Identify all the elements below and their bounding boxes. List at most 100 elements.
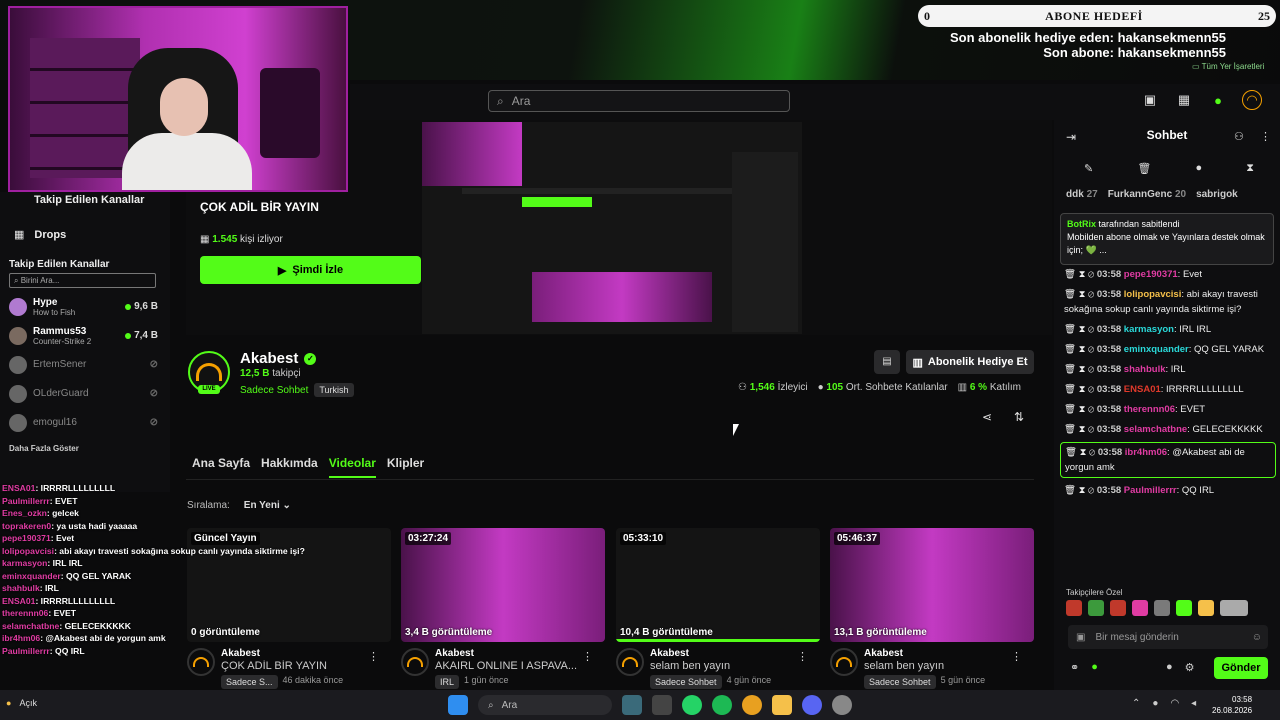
mod-actions-icon[interactable]: 🗑 ⧗ ⊘ [1064, 289, 1094, 300]
more-icon[interactable]: ⋮ [1260, 130, 1271, 143]
mod-actions-icon[interactable]: 🗑 ⧗ ⊘ [1065, 447, 1095, 458]
video-title[interactable]: ÇOK ADİL BİR YAYIN [221, 660, 381, 672]
sidebar-channel-offline[interactable]: ErtemSener ⊘ [0, 350, 170, 379]
video-title[interactable]: selam ben yayın [650, 660, 810, 672]
message-user[interactable]: Paulmillerrr [1124, 485, 1177, 496]
more-options-icon[interactable]: ⋮ [797, 650, 808, 663]
spotify-icon[interactable] [712, 695, 732, 715]
mod-actions-icon[interactable]: 🗑 ⧗ ⊘ [1064, 269, 1094, 280]
mod-actions-icon[interactable]: 🗑 ⧗ ⊘ [1064, 424, 1094, 435]
volume-icon[interactable]: ◂ [1191, 698, 1196, 709]
emote[interactable] [1220, 600, 1248, 616]
discord-icon[interactable] [802, 695, 822, 715]
tab-videos[interactable]: Videolar [328, 456, 376, 478]
message-user[interactable]: ibr4hm06 [1125, 447, 1167, 458]
message-user[interactable]: lolipopavcisi [1124, 289, 1182, 300]
whatsapp-icon[interactable] [682, 695, 702, 715]
tab-clips[interactable]: Klipler [387, 456, 424, 478]
video-author-avatar[interactable] [830, 648, 858, 676]
sidebar-channel-rammus53[interactable]: Rammus53 Counter-Strike 2 7,4 B [0, 321, 170, 350]
leaderboard-item[interactable]: sabrigok [1196, 189, 1238, 200]
video-card[interactable]: 05:46:37 13,1 B görüntüleme Akabest selam … [830, 528, 1034, 690]
mod-actions-icon[interactable]: 🗑 ⧗ ⊘ [1064, 344, 1094, 355]
tab-home[interactable]: Ana Sayfa [192, 456, 250, 478]
emote[interactable] [1154, 600, 1170, 616]
mod-actions-icon[interactable]: 🗑 ⧗ ⊘ [1064, 485, 1094, 496]
chat-message[interactable]: 🗑 ⧗ ⊘ 03:58 therennn06: EVET [1064, 402, 1276, 417]
chat-message[interactable]: 🗑 ⧗ ⊘ 03:58 shahbulk: IRL [1064, 362, 1276, 377]
chat-message[interactable]: 🗑 ⧗ ⊘ 03:58 lolipopavcisi: abi akayı tra… [1064, 287, 1276, 317]
message-user[interactable]: therennn06 [1124, 404, 1175, 415]
app-icon[interactable] [652, 695, 672, 715]
folder-icon[interactable] [772, 695, 792, 715]
leaderboard-item[interactable]: FurkannGenc 20 [1108, 189, 1186, 200]
pinned-message[interactable]: BotRix tarafından sabitlendi Mobilden ab… [1060, 213, 1274, 265]
drops-link[interactable]: ▦ Drops [0, 206, 170, 242]
chat-message[interactable]: 🗑 ⧗ ⊘ 03:58 karmasyon: IRL IRL [1064, 322, 1276, 337]
video-author-avatar[interactable] [401, 648, 429, 676]
mic-icon[interactable]: ● [1152, 698, 1158, 709]
video-category[interactable]: Sadece Sohbet [650, 675, 722, 689]
notify-button[interactable]: ▤ [874, 350, 900, 374]
message-user[interactable]: pepe190371 [1124, 269, 1178, 280]
app-icon[interactable] [622, 695, 642, 715]
app-icon[interactable] [832, 695, 852, 715]
chat-bubble-icon[interactable]: ● [1195, 162, 1202, 175]
bookmarks-link[interactable]: ▭ Tüm Yer İşaretleri [1192, 62, 1264, 71]
mod-actions-icon[interactable]: 🗑 ⧗ ⊘ [1064, 404, 1094, 415]
settings-icon[interactable]: ⇅ [1014, 410, 1024, 424]
video-thumbnail[interactable]: 03:27:24 3,4 B görüntüleme [401, 528, 605, 642]
emoji-icon[interactable]: ☺ [1252, 632, 1262, 643]
emote[interactable] [1088, 600, 1104, 616]
kick-icon[interactable]: ● [1091, 661, 1098, 674]
video-category[interactable]: Sadece Sohbet [864, 675, 936, 689]
mod-actions-icon[interactable]: 🗑 ⧗ ⊘ [1064, 364, 1094, 375]
chat-message[interactable]: 🗑 ⧗ ⊘ 03:58 Paulmillerrr: QQ IRL [1064, 483, 1276, 498]
chat-message[interactable]: 🗑 ⧗ ⊘ 03:58 pepe190371: Evet [1064, 267, 1276, 282]
chat-message[interactable]: 🗑 ⧗ ⊘ 03:58 ibr4hm06: @Akabest abi de yo… [1060, 442, 1276, 478]
chat-message[interactable]: 🗑 ⧗ ⊘ 03:58 selamchatbne: GELECEKKKKK [1064, 422, 1276, 437]
gear-icon[interactable]: ⚙ [1185, 661, 1195, 674]
cinema-icon[interactable]: ▣ [1140, 90, 1160, 110]
chat-input[interactable]: ▣ Bir mesaj gönderin ☺ [1068, 625, 1268, 649]
search-input[interactable]: ⌕ Ara [488, 90, 790, 112]
store-icon[interactable]: ▦ [1174, 90, 1194, 110]
users-icon[interactable]: ⚇ [1234, 130, 1244, 143]
message-user[interactable]: shahbulk [1124, 364, 1166, 375]
pin-icon[interactable]: ✎ [1084, 162, 1093, 175]
more-options-icon[interactable]: ⋮ [582, 650, 593, 663]
chevron-up-icon[interactable]: ⌃ [1132, 698, 1140, 709]
video-thumbnail[interactable]: 05:46:37 13,1 B görüntüleme [830, 528, 1034, 642]
video-card[interactable]: 05:33:10 10,4 B görüntüleme Akabest selam … [616, 528, 820, 690]
chat-bubble-icon[interactable]: ● [1166, 661, 1173, 674]
chat-message[interactable]: 🗑 ⧗ ⊘ 03:58 eminxquander: QQ GEL YARAK [1064, 342, 1276, 357]
taskbar-search[interactable]: ⌕ Ara [478, 695, 612, 715]
trash-icon[interactable]: 🗑 [1137, 162, 1151, 175]
emote[interactable] [1176, 600, 1192, 616]
video-thumbnail[interactable]: 05:33:10 10,4 B görüntüleme [616, 528, 820, 642]
hourglass-icon[interactable]: ⧗ [1246, 162, 1254, 175]
message-user[interactable]: karmasyon [1124, 324, 1174, 335]
send-button[interactable]: Gönder [1214, 657, 1268, 679]
message-user[interactable]: ENSA01 [1124, 384, 1161, 395]
video-card[interactable]: 03:27:24 3,4 B görüntüleme Akabest AKAIRL … [401, 528, 605, 690]
stream-preview[interactable] [422, 122, 802, 334]
show-more-link[interactable]: Daha Fazla Göster [0, 437, 170, 453]
tab-about[interactable]: Hakkımda [261, 456, 318, 478]
sidebar-channel-offline[interactable]: emogul16 ⊘ [0, 408, 170, 437]
video-author-avatar[interactable] [616, 648, 644, 676]
message-user[interactable]: selamchatbne [1124, 424, 1187, 435]
sidebar-channel-hype[interactable]: Hype How to Fish 9,6 B [0, 292, 170, 321]
wifi-icon[interactable]: ◠ [1170, 698, 1179, 709]
chrome-icon[interactable] [742, 695, 762, 715]
weather-widget[interactable]: ● Açık [6, 698, 37, 708]
emote[interactable] [1198, 600, 1214, 616]
more-options-icon[interactable]: ⋮ [368, 650, 379, 663]
sidebar-channel-offline[interactable]: OLderGuard ⊘ [0, 379, 170, 408]
video-title[interactable]: AKAIRL ONLINE I ASPAVA... [435, 660, 595, 672]
emote[interactable] [1132, 600, 1148, 616]
kick-icon[interactable]: ● [1208, 90, 1228, 110]
category-link[interactable]: Sadece Sohbet [240, 385, 308, 396]
more-options-icon[interactable]: ⋮ [1011, 650, 1022, 663]
leaderboard-item[interactable]: ddk 27 [1066, 189, 1098, 200]
